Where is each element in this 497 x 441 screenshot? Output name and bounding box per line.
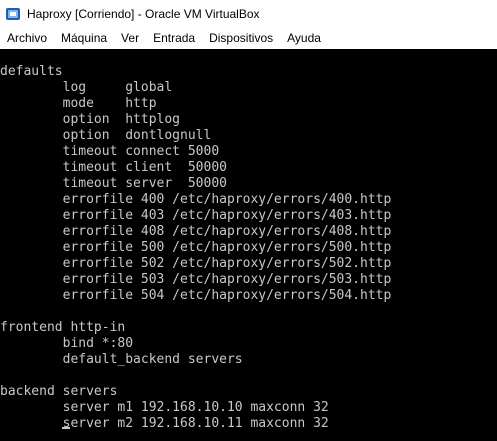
- menu-ayuda[interactable]: Ayuda: [280, 27, 328, 49]
- console-line: frontend http-in: [0, 320, 126, 335]
- console-line: errorfile 400 /etc/haproxy/errors/400.ht…: [0, 192, 392, 207]
- console-line: errorfile 500 /etc/haproxy/errors/500.ht…: [0, 240, 392, 255]
- menu-dispositivos[interactable]: Dispositivos: [202, 27, 280, 49]
- title-bar[interactable]: Haproxy [Corriendo] - Oracle VM VirtualB…: [0, 0, 497, 27]
- console-line: log global: [0, 80, 173, 95]
- console-line: server m2 192.168.10.11 maxconn 32: [0, 416, 329, 431]
- console-line: defaults: [0, 64, 63, 79]
- text-cursor: [62, 427, 70, 429]
- console-line: errorfile 502 /etc/haproxy/errors/502.ht…: [0, 256, 392, 271]
- console-line: default_backend servers: [0, 352, 243, 367]
- window-title: Haproxy [Corriendo] - Oracle VM VirtualB…: [27, 6, 260, 21]
- menu-bar: Archivo Máquina Ver Entrada Dispositivos…: [0, 27, 497, 49]
- console-line: bind *:80: [0, 336, 134, 351]
- console-line: errorfile 504 /etc/haproxy/errors/504.ht…: [0, 288, 392, 303]
- menu-entrada[interactable]: Entrada: [146, 27, 202, 49]
- menu-archivo[interactable]: Archivo: [0, 27, 54, 49]
- console-line: timeout server 50000: [0, 176, 227, 191]
- vm-console-screen[interactable]: defaults log global mode http option htt…: [0, 49, 497, 441]
- menu-maquina[interactable]: Máquina: [54, 27, 114, 49]
- console-line: timeout client 50000: [0, 160, 227, 175]
- console-line: backend servers: [0, 384, 118, 399]
- console-line: server m1 192.168.10.10 maxconn 32: [0, 400, 329, 415]
- console-line: mode http: [0, 96, 157, 111]
- console-line: timeout connect 5000: [0, 144, 220, 159]
- virtualbox-icon: [5, 6, 21, 22]
- console-line: option httplog: [0, 112, 181, 127]
- console-line: errorfile 408 /etc/haproxy/errors/408.ht…: [0, 224, 392, 239]
- console-line: errorfile 403 /etc/haproxy/errors/403.ht…: [0, 208, 392, 223]
- console-line: option dontlognull: [0, 128, 212, 143]
- menu-ver[interactable]: Ver: [114, 27, 146, 49]
- console-line: errorfile 503 /etc/haproxy/errors/503.ht…: [0, 272, 392, 287]
- virtualbox-window: Haproxy [Corriendo] - Oracle VM VirtualB…: [0, 0, 497, 441]
